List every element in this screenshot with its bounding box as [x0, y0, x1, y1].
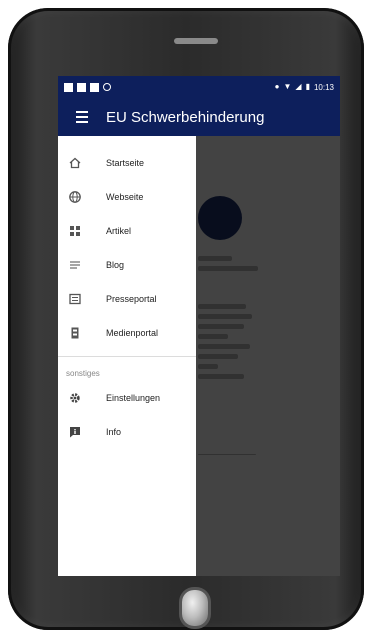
- app-title: EU Schwerbehinderung: [106, 108, 265, 126]
- drawer-item-label: Einstellungen: [106, 393, 161, 403]
- article-icon: [66, 222, 84, 240]
- drawer-item-label: Artikel: [106, 226, 132, 236]
- status-bar-left: [64, 82, 111, 92]
- app-bar: EU Schwerbehinderung: [58, 98, 340, 136]
- sync-icon: [103, 83, 111, 91]
- drawer-item-label: Medienportal: [106, 328, 159, 338]
- home-icon: [66, 154, 84, 172]
- notification-icon: [77, 82, 86, 92]
- hamburger-menu-icon[interactable]: [58, 98, 106, 136]
- drawer-item-medienportal[interactable]: Medienportal: [58, 316, 196, 350]
- drawer-item-blog[interactable]: Blog: [58, 248, 196, 282]
- notification-icon: [64, 82, 73, 92]
- drawer-item-einstellungen[interactable]: Einstellungen: [58, 381, 196, 415]
- home-button[interactable]: [182, 590, 208, 626]
- status-bar-right: ● ▼ ◢ ▮ 10:13: [275, 83, 334, 92]
- phone-frame: ● ▼ ◢ ▮ 10:13 EU Schwerbehinderung Start…: [8, 8, 364, 630]
- drawer-item-label: Presseportal: [106, 294, 157, 304]
- drawer-item-label: Webseite: [106, 192, 144, 202]
- drawer-section-label: sonstiges: [66, 369, 100, 378]
- drawer-item-webseite[interactable]: Webseite: [58, 180, 196, 214]
- media-icon: [66, 324, 84, 342]
- signal-icon: ◢: [295, 82, 302, 91]
- drawer-divider: [58, 356, 196, 357]
- gear-icon: [66, 389, 84, 407]
- drawer-item-presseportal[interactable]: Presseportal: [58, 282, 196, 316]
- drawer-item-artikel[interactable]: Artikel: [58, 214, 196, 248]
- wifi-icon: ▼: [283, 82, 292, 91]
- globe-icon: [66, 188, 84, 206]
- navigation-drawer: Startseite Webseite Artikel Blog Pressep…: [58, 136, 196, 576]
- location-icon: ●: [274, 82, 280, 91]
- status-time: 10:13: [313, 82, 334, 92]
- screen: ● ▼ ◢ ▮ 10:13 EU Schwerbehinderung Start…: [58, 76, 340, 576]
- info-icon: [66, 423, 84, 441]
- status-bar: ● ▼ ◢ ▮ 10:13: [58, 76, 340, 98]
- notification-icon: [90, 82, 99, 92]
- speaker-grill: [174, 38, 218, 44]
- battery-icon: ▮: [305, 82, 310, 91]
- blog-icon: [66, 256, 84, 274]
- drawer-item-startseite[interactable]: Startseite: [58, 146, 196, 180]
- drawer-item-label: Blog: [106, 260, 125, 270]
- drawer-item-label: Startseite: [106, 158, 145, 168]
- drawer-item-label: Info: [106, 427, 122, 437]
- drawer-item-info[interactable]: Info: [58, 415, 196, 449]
- press-icon: [66, 290, 84, 308]
